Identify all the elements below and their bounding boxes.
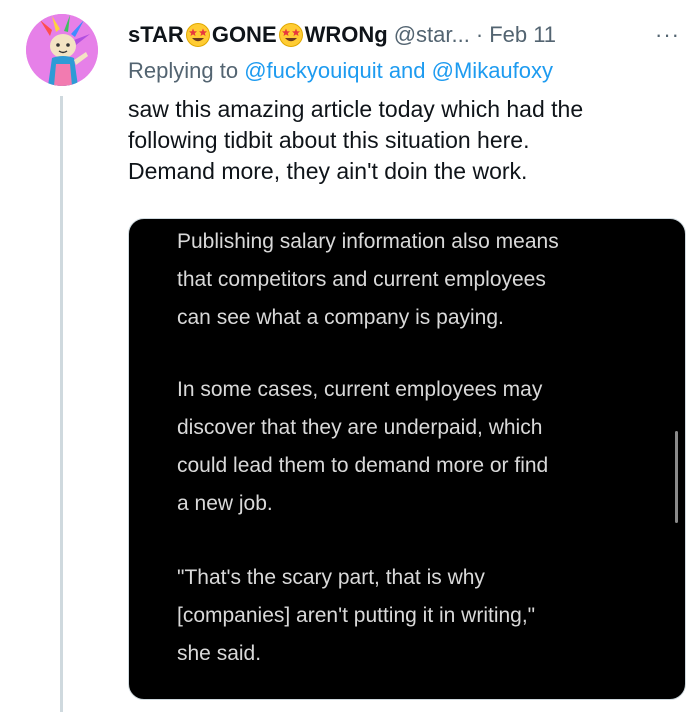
replying-to: Replying to @fuckyouiquit and @Mikaufoxy	[128, 58, 553, 84]
tweet-text: saw this amazing article today which had…	[128, 94, 678, 187]
media-text-line: In some cases, current employees may	[177, 378, 543, 401]
media-paragraph: In some cases, current employees may dis…	[177, 371, 548, 523]
media-paragraph: Publishing salary information also means…	[177, 223, 559, 337]
media-text-line: discover that they are underpaid, which	[177, 416, 543, 439]
tweet-media-image[interactable]: Publishing salary information also means…	[128, 218, 686, 700]
media-text-line: Publishing salary information also means	[177, 230, 559, 253]
author-name-part: WRONg	[304, 22, 388, 47]
media-text-line: a new job.	[177, 492, 273, 515]
author-name-part: GONE	[211, 22, 277, 47]
avatar[interactable]	[26, 14, 98, 86]
media-paragraph: "That's the scary part, that is why [com…	[177, 559, 535, 673]
media-text-line: [companies] aren't putting it in writing…	[177, 604, 536, 627]
star-struck-emoji-icon	[278, 23, 303, 47]
tweet-text-line: following tidbit about this situation he…	[128, 127, 530, 153]
author-name-part: sTAR	[128, 22, 184, 47]
thread-connector-line	[60, 96, 63, 712]
tweet-date[interactable]: Feb 11	[489, 22, 556, 48]
author-handle[interactable]: @star...	[394, 22, 470, 48]
mention-conjunction: and	[382, 58, 432, 83]
more-options-icon[interactable]: ···	[655, 22, 684, 48]
media-text-line: she said.	[177, 642, 262, 665]
tweet-header: sTAR GONE WRONg @star... · Feb 11 ···	[128, 18, 684, 52]
separator-dot: ·	[475, 22, 484, 47]
avatar-image	[26, 14, 98, 86]
mention-link[interactable]: @Mikaufoxy	[432, 58, 553, 83]
media-scrollbar	[675, 431, 678, 523]
tweet-text-line: saw this amazing article today which had…	[128, 96, 584, 122]
media-text-line: could lead them to demand more or find	[177, 454, 549, 477]
media-text-line: that competitors and current employees	[177, 268, 546, 291]
tweet-text-line: Demand more, they ain't doin the work.	[128, 158, 528, 184]
mention-link[interactable]: @fuckyouiquit	[244, 58, 383, 83]
media-text-line: can see what a company is paying.	[177, 306, 504, 329]
author-name[interactable]: sTAR GONE WRONg	[128, 22, 388, 48]
star-struck-emoji-icon	[185, 23, 210, 47]
replying-prefix: Replying to	[128, 58, 245, 83]
media-text-line: "That's the scary part, that is why	[177, 566, 485, 589]
